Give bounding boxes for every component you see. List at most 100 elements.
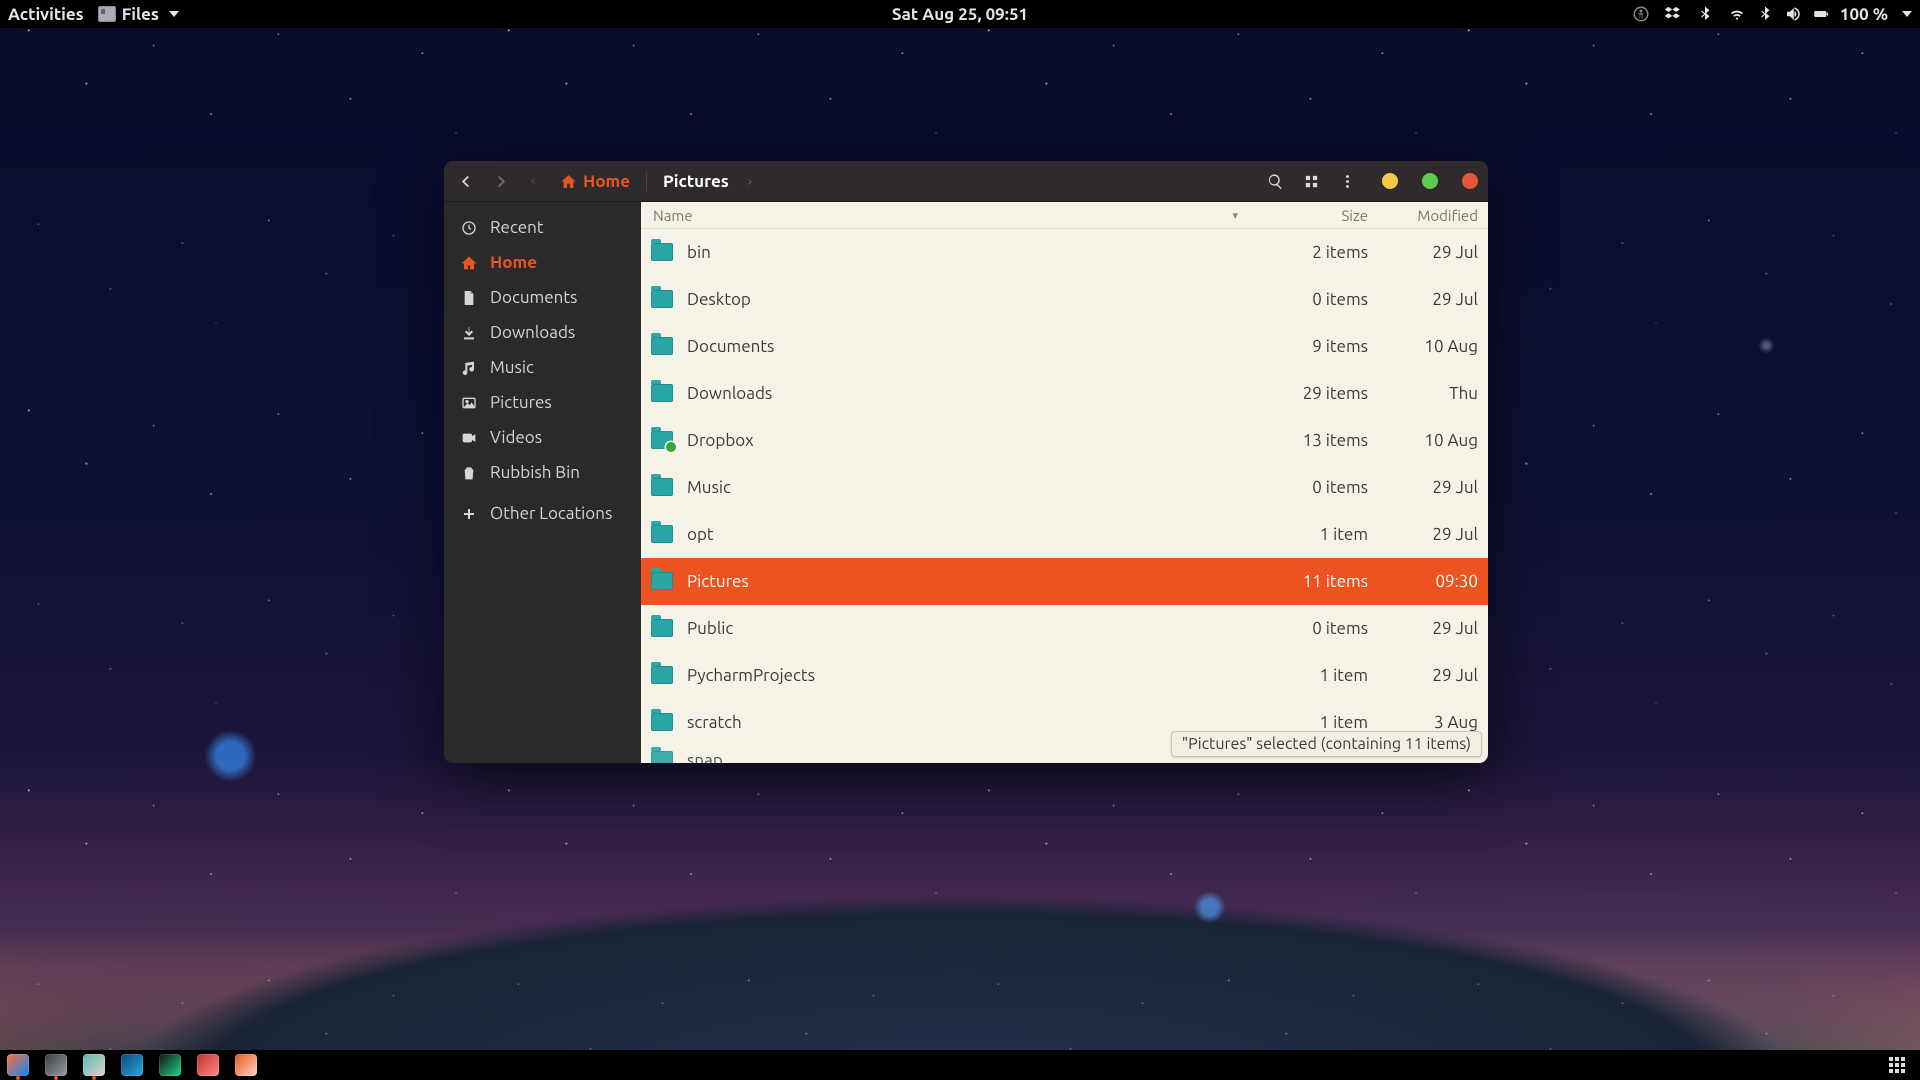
breadcrumb-separator	[646, 171, 647, 191]
column-modified[interactable]: Modified	[1368, 207, 1478, 224]
window-close-button[interactable]	[1462, 173, 1478, 189]
file-name: PycharmProjects	[687, 666, 1238, 685]
dock-system-monitor[interactable]	[44, 1053, 68, 1077]
file-name: Desktop	[687, 290, 1238, 309]
dropbox-indicator[interactable]	[1664, 5, 1682, 23]
files-window: Home Pictures RecentHomeDocumentsDownloa…	[444, 161, 1488, 763]
file-name: Pictures	[687, 572, 1238, 591]
file-row[interactable]: Downloads29 itemsThu	[641, 370, 1488, 417]
file-row[interactable]: Desktop0 items29 Jul	[641, 276, 1488, 323]
more-vertical-icon	[1339, 173, 1356, 190]
folder-icon	[651, 619, 673, 637]
wifi-icon	[1728, 5, 1746, 23]
dock-vscode[interactable]	[120, 1053, 144, 1077]
breadcrumb-current[interactable]: Pictures	[657, 169, 735, 194]
bluetooth-indicator[interactable]	[1696, 5, 1714, 23]
breadcrumb-home[interactable]: Home	[554, 169, 636, 194]
path-history-button[interactable]	[526, 170, 540, 192]
dock-files[interactable]	[82, 1053, 106, 1077]
back-button[interactable]	[454, 170, 476, 192]
file-name: Music	[687, 478, 1238, 497]
file-row[interactable]: Music0 items29 Jul	[641, 464, 1488, 511]
sidebar-item-label: Home	[490, 253, 537, 272]
clock-icon	[460, 220, 478, 236]
dock-rubymine[interactable]	[196, 1053, 220, 1077]
file-modified: 29 Jul	[1368, 243, 1478, 262]
file-modified: 09:30	[1368, 572, 1478, 591]
file-modified: 10 Aug	[1368, 431, 1478, 450]
folder-icon	[651, 525, 673, 543]
file-row[interactable]: bin2 items29 Jul	[641, 229, 1488, 276]
file-name: scratch	[687, 713, 1238, 732]
sidebar-item-rubbish-bin[interactable]: Rubbish Bin	[444, 455, 641, 490]
files-icon	[83, 1054, 105, 1076]
sidebar-item-label: Rubbish Bin	[490, 463, 580, 482]
file-modified: 29 Jul	[1368, 478, 1478, 497]
breadcrumb: Home Pictures	[554, 169, 755, 194]
vscode-icon	[121, 1054, 143, 1076]
accessibility-indicator[interactable]	[1632, 5, 1650, 23]
file-size: 0 items	[1238, 478, 1368, 497]
file-name: opt	[687, 525, 1238, 544]
breadcrumb-home-label: Home	[583, 172, 630, 191]
activities-label: Activities	[8, 5, 84, 24]
dock-pycharm[interactable]	[158, 1053, 182, 1077]
file-name: snap	[687, 751, 1238, 764]
home-icon	[560, 173, 577, 190]
file-row[interactable]: Dropbox13 items10 Aug	[641, 417, 1488, 464]
file-row[interactable]: PycharmProjects1 item29 Jul	[641, 652, 1488, 699]
dock-software[interactable]	[234, 1053, 258, 1077]
file-size: 9 items	[1238, 337, 1368, 356]
search-button[interactable]	[1264, 170, 1286, 192]
sidebar-item-home[interactable]: Home	[444, 245, 641, 280]
sidebar-item-documents[interactable]: Documents	[444, 280, 641, 315]
column-size[interactable]: Size	[1238, 207, 1368, 224]
folder-icon	[651, 431, 673, 449]
trash-icon	[460, 465, 478, 481]
column-name-label: Name	[653, 207, 693, 224]
sidebar-item-label: Other Locations	[490, 504, 612, 523]
folder-icon	[651, 478, 673, 496]
view-toggle-button[interactable]	[1300, 170, 1322, 192]
file-size: 11 items	[1238, 572, 1368, 591]
running-indicator	[54, 1076, 58, 1080]
activities-button[interactable]: Activities	[8, 5, 84, 24]
sidebar-item-downloads[interactable]: Downloads	[444, 315, 641, 350]
window-minimize-button[interactable]	[1382, 173, 1398, 189]
folder-icon	[651, 337, 673, 355]
file-row[interactable]: Pictures11 items09:30	[641, 558, 1488, 605]
file-row[interactable]: opt1 item29 Jul	[641, 511, 1488, 558]
column-name[interactable]: Name ▾	[651, 207, 1238, 224]
app-menu[interactable]: Files	[98, 5, 179, 24]
top-bar: Activities Files Sat Aug 25, 09:51 100 %	[0, 0, 1920, 28]
bluetooth-icon	[1756, 5, 1774, 23]
accessibility-icon	[1632, 5, 1650, 23]
running-indicator	[16, 1076, 20, 1080]
plus-icon	[460, 506, 478, 522]
sidebar-item-videos[interactable]: Videos	[444, 420, 641, 455]
sidebar-item-other-locations[interactable]: Other Locations	[444, 496, 641, 531]
grid-icon	[1303, 173, 1320, 190]
forward-button[interactable]	[490, 170, 512, 192]
file-list-pane: Name ▾ Size Modified bin2 items29 JulDes…	[641, 202, 1488, 763]
download-icon	[460, 325, 478, 341]
clock[interactable]: Sat Aug 25, 09:51	[892, 5, 1028, 24]
file-modified: 29 Jul	[1368, 525, 1478, 544]
selection-status: "Pictures" selected (containing 11 items…	[1171, 731, 1482, 757]
file-row[interactable]: Public0 items29 Jul	[641, 605, 1488, 652]
sidebar-item-music[interactable]: Music	[444, 350, 641, 385]
folder-icon	[651, 751, 673, 763]
dock-firefox[interactable]	[6, 1053, 30, 1077]
sidebar-item-pictures[interactable]: Pictures	[444, 385, 641, 420]
window-maximize-button[interactable]	[1422, 173, 1438, 189]
file-row[interactable]: Documents9 items10 Aug	[641, 323, 1488, 370]
video-icon	[460, 430, 478, 446]
clock-label: Sat Aug 25, 09:51	[892, 5, 1028, 24]
hamburger-menu-button[interactable]	[1336, 170, 1358, 192]
show-apps-button[interactable]	[1886, 1054, 1908, 1076]
sidebar-item-label: Recent	[490, 218, 544, 237]
sidebar-item-recent[interactable]: Recent	[444, 210, 641, 245]
volume-icon	[1784, 5, 1802, 23]
system-status-area[interactable]: 100 %	[1728, 5, 1912, 24]
headerbar: Home Pictures	[444, 161, 1488, 202]
